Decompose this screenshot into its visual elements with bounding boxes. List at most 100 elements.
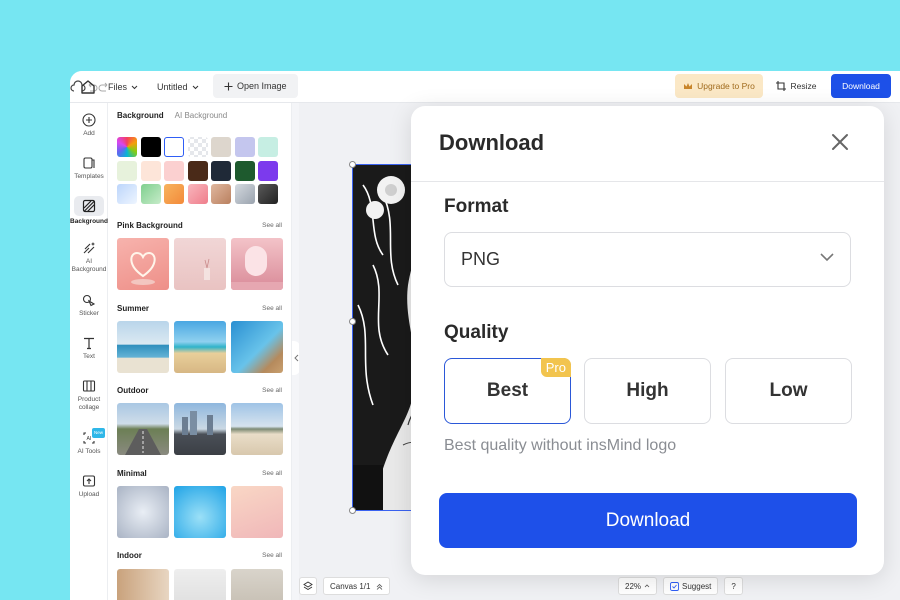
rail-label: Upload (78, 491, 100, 498)
rail-item-product-collage[interactable]: Product collage (70, 379, 108, 411)
see-all-minimal[interactable]: See all (262, 470, 282, 477)
rail-label: Background (70, 218, 108, 225)
layers-button[interactable] (299, 577, 317, 595)
thumb-neon-heart[interactable] (117, 238, 169, 290)
quality-best-button[interactable]: Best Pro (444, 358, 571, 424)
format-label: Format (444, 196, 509, 217)
color-swatch[interactable] (234, 160, 255, 181)
color-swatch[interactable] (140, 137, 161, 157)
upgrade-button[interactable]: Upgrade to Pro (675, 74, 763, 98)
rail-item-upload[interactable]: Upload (70, 474, 108, 499)
canvas-footer-left: Canvas 1/1 (299, 577, 391, 595)
format-select[interactable]: PNG (444, 232, 851, 287)
rail-item-sticker[interactable]: Sticker (70, 293, 108, 318)
thumb-city-road[interactable] (174, 403, 226, 455)
help-label: ? (731, 581, 736, 591)
rail-label: Templates (74, 173, 104, 180)
resize-button[interactable]: Resize (770, 74, 822, 98)
canvas-pages-button[interactable]: Canvas 1/1 (323, 577, 391, 595)
svg-text:AI: AI (87, 436, 92, 442)
color-swatch[interactable] (117, 184, 137, 204)
sticker-icon (82, 294, 96, 307)
color-swatch[interactable] (211, 184, 231, 204)
close-icon[interactable] (829, 131, 851, 153)
thumb-flowers-room[interactable] (231, 569, 283, 600)
rail-item-ai-background[interactable]: AI Background (70, 241, 108, 273)
rail-label: Sticker (79, 310, 99, 317)
section-title-pink: Pink Background (117, 221, 183, 230)
upload-icon (82, 475, 96, 487)
color-swatch[interactable] (140, 160, 161, 181)
topbar-download-button[interactable]: Download (831, 74, 891, 98)
canvas-label: Canvas 1/1 (330, 581, 371, 591)
color-swatch[interactable] (140, 184, 161, 204)
color-swatch[interactable] (187, 160, 208, 181)
color-swatch[interactable] (211, 137, 231, 157)
thumb-terrace[interactable] (231, 403, 283, 455)
background-icon (82, 199, 96, 213)
color-swatch[interactable] (187, 137, 208, 157)
download-button-label: Download (605, 509, 691, 531)
thumb-pink-room[interactable] (174, 238, 226, 290)
thumb-pink-window[interactable] (231, 238, 283, 290)
rail-item-text[interactable]: Text (70, 336, 108, 361)
quality-high-label: High (626, 380, 669, 401)
color-swatch[interactable] (164, 184, 184, 204)
thumb-white-room[interactable] (174, 569, 226, 600)
color-swatch[interactable] (211, 160, 231, 181)
thumb-pool[interactable] (231, 321, 283, 373)
rail-item-templates[interactable]: Templates (70, 156, 108, 181)
color-swatch[interactable] (258, 184, 278, 204)
color-swatch[interactable] (258, 160, 278, 181)
help-button[interactable]: ? (724, 577, 743, 595)
text-icon (84, 337, 94, 350)
topbar-download-label: Download (842, 81, 880, 91)
thumbs-outdoor (117, 403, 283, 455)
see-all-indoor[interactable]: See all (262, 552, 282, 559)
color-swatch[interactable] (234, 184, 255, 204)
plus-icon (224, 82, 233, 90)
color-swatch[interactable] (117, 160, 137, 181)
rail-item-add[interactable]: Add (70, 113, 108, 138)
quality-low-button[interactable]: Low (725, 358, 852, 424)
download-button[interactable]: Download (439, 493, 857, 548)
see-all-outdoor[interactable]: See all (262, 387, 282, 394)
color-swatch[interactable] (234, 137, 255, 157)
tab-background[interactable]: Background (117, 111, 164, 120)
see-all-pink[interactable]: See all (262, 222, 282, 229)
open-image-button[interactable]: Open Image (213, 74, 298, 98)
color-swatch[interactable] (164, 160, 184, 181)
quality-high-button[interactable]: High (584, 358, 711, 424)
rail-label: Text (83, 353, 95, 360)
files-menu[interactable]: Files (108, 78, 138, 96)
resize-handle[interactable] (349, 318, 356, 325)
thumb-sea-horizon[interactable] (117, 321, 169, 373)
color-swatch[interactable] (164, 137, 184, 157)
color-swatch[interactable] (117, 137, 137, 157)
thumb-road[interactable] (117, 403, 169, 455)
suggest-button[interactable]: Suggest (663, 577, 719, 595)
rail-item-ai-tools[interactable]: New AI AI Tools (70, 428, 108, 456)
thumb-blue-gradient[interactable] (174, 486, 226, 538)
thumb-grey-gradient[interactable] (117, 486, 169, 538)
resize-handle[interactable] (349, 161, 356, 168)
thumb-beach[interactable] (174, 321, 226, 373)
thumb-wood-room[interactable] (117, 569, 169, 600)
project-name-menu[interactable]: Untitled (157, 78, 199, 96)
zoom-label: 22% (625, 581, 642, 591)
zoom-control[interactable]: 22% (618, 577, 658, 595)
see-all-summer[interactable]: See all (262, 305, 282, 312)
tool-rail: Add Templates Background AI Background S… (70, 103, 108, 600)
tab-ai-background[interactable]: AI Background (175, 111, 227, 120)
color-swatch[interactable] (187, 184, 208, 204)
rail-label: Add (83, 130, 95, 137)
resize-handle[interactable] (349, 507, 356, 514)
layers-icon (303, 581, 313, 591)
home-icon[interactable] (79, 78, 97, 96)
thumb-peach-gradient[interactable] (231, 486, 283, 538)
rail-item-background[interactable]: Background (70, 196, 108, 226)
pro-badge: Pro (540, 358, 571, 377)
section-title-outdoor: Outdoor (117, 386, 149, 395)
template-icon (83, 157, 95, 169)
color-swatch[interactable] (258, 137, 278, 157)
